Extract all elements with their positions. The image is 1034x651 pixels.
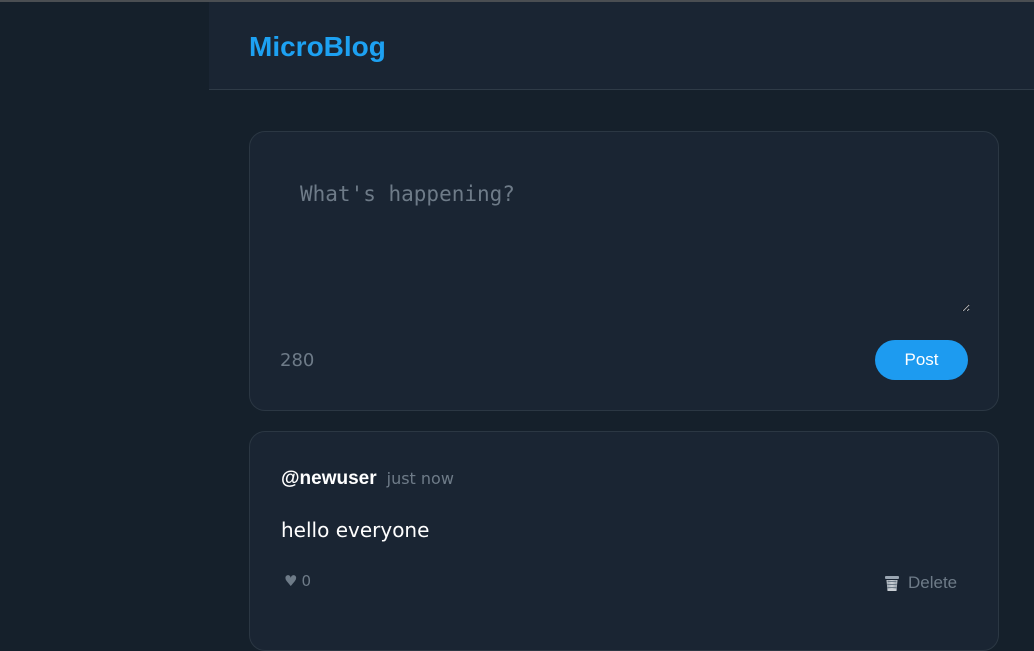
- compose-textarea[interactable]: [280, 162, 970, 312]
- delete-label: Delete: [908, 573, 958, 592]
- post-text: hello everyone: [281, 518, 430, 542]
- trash-icon: [884, 575, 900, 592]
- heart-icon: ♥: [284, 572, 298, 590]
- like-count: 0: [301, 572, 311, 590]
- post-username[interactable]: @newuser: [281, 468, 377, 490]
- post-card: @newuser just now hello everyone ♥ 0 Del…: [249, 431, 999, 651]
- post-header: @newuser just now: [281, 468, 454, 490]
- delete-button[interactable]: Delete: [884, 573, 957, 593]
- compose-card: 280 Post: [249, 131, 999, 411]
- char-counter: 280: [280, 350, 315, 371]
- post-button[interactable]: Post: [875, 340, 968, 380]
- post-timestamp: just now: [386, 469, 454, 488]
- like-button[interactable]: ♥ 0: [284, 572, 311, 590]
- app-header: MicroBlog: [209, 2, 1034, 90]
- app-title[interactable]: MicroBlog: [249, 30, 386, 64]
